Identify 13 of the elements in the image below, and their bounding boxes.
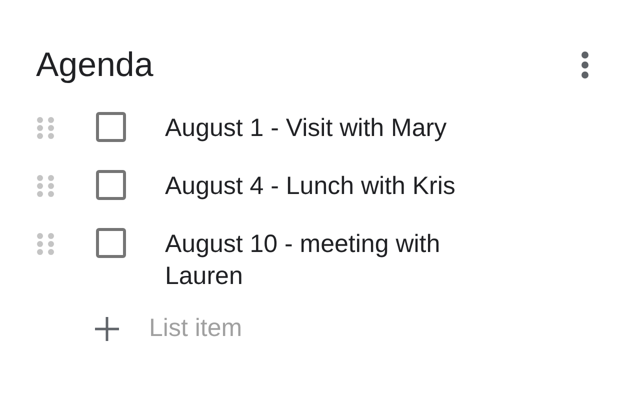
- checkbox[interactable]: [96, 228, 126, 258]
- new-item-field[interactable]: List item: [149, 310, 449, 348]
- more-options-icon[interactable]: [581, 51, 589, 79]
- drag-handle-icon[interactable]: [36, 175, 56, 197]
- drag-handle-icon[interactable]: [36, 117, 56, 139]
- list-item-text: August 10 - meeting with Lauren: [165, 229, 442, 292]
- add-icon[interactable]: [94, 316, 120, 342]
- list-item-text: August 4 - Lunch with Kris: [165, 171, 456, 202]
- list-item-text: August 1 - Visit with Mary: [165, 113, 448, 144]
- note-title: Agenda: [36, 45, 154, 86]
- checkbox[interactable]: [96, 170, 126, 200]
- checkbox[interactable]: [96, 112, 126, 142]
- drag-handle-icon[interactable]: [36, 233, 56, 255]
